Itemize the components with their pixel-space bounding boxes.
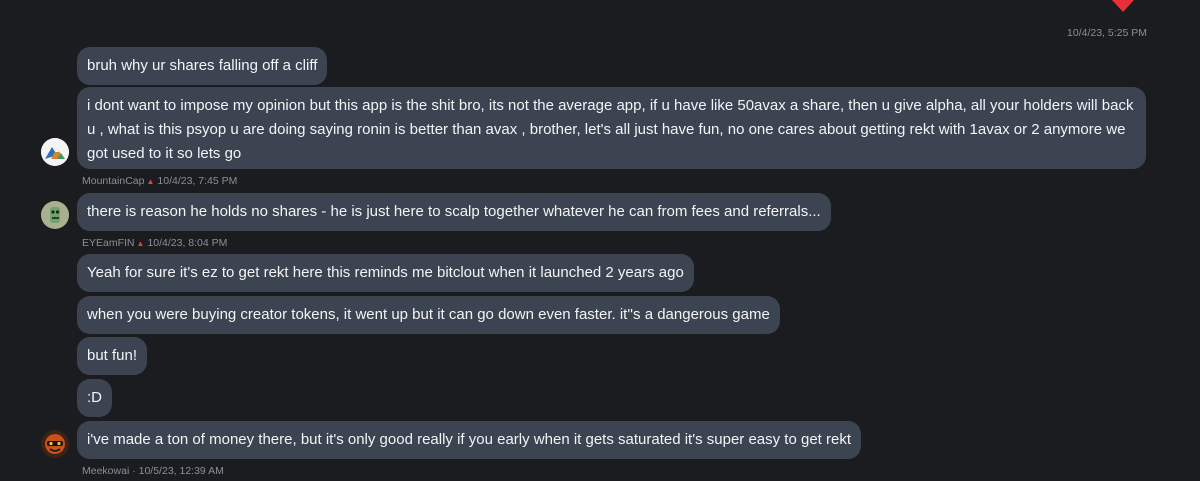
- message-bubble[interactable]: but fun!: [77, 337, 148, 375]
- message-bubble[interactable]: :D: [77, 379, 112, 417]
- message-bubble[interactable]: i dont want to impose my opinion but thi…: [77, 87, 1146, 169]
- message-meta: Meekowai · 10/5/23, 12:39 AM: [82, 465, 224, 477]
- badge-icon: ▲: [146, 177, 155, 186]
- author-name[interactable]: Meekowai: [82, 465, 129, 477]
- mountain-avatar-icon[interactable]: [41, 138, 69, 166]
- message-meta: EYEamFIN ▲ 10/4/23, 8:04 PM: [82, 237, 227, 249]
- author-name[interactable]: MountainCap: [82, 175, 144, 187]
- message-bubble[interactable]: Yeah for sure it's ez to get rekt here t…: [77, 254, 694, 292]
- timestamp: 10/4/23, 8:04 PM: [147, 237, 228, 249]
- message-bubble[interactable]: bruh why ur shares falling off a cliff: [77, 47, 328, 85]
- robot-avatar-icon[interactable]: [41, 201, 69, 229]
- timestamp: 10/5/23, 12:39 AM: [138, 465, 224, 477]
- message-bubble[interactable]: i've made a ton of money there, but it's…: [77, 421, 861, 459]
- timestamp: 10/4/23, 7:45 PM: [157, 175, 238, 187]
- message-bubble[interactable]: there is reason he holds no shares - he …: [77, 193, 831, 231]
- chat-thread: 10/4/23, 5:25 PM bruh why ur shares fall…: [0, 0, 1200, 481]
- author-name[interactable]: EYEamFIN: [82, 237, 135, 249]
- badge-icon: ▲: [136, 239, 145, 248]
- message-meta: MountainCap ▲ 10/4/23, 7:45 PM: [82, 175, 237, 187]
- message-bubble[interactable]: when you were buying creator tokens, it …: [77, 296, 780, 334]
- heart-reaction-icon[interactable]: [1110, 0, 1136, 12]
- message-timestamp: 10/4/23, 5:25 PM: [1067, 27, 1147, 39]
- masked-avatar-icon[interactable]: [41, 430, 69, 458]
